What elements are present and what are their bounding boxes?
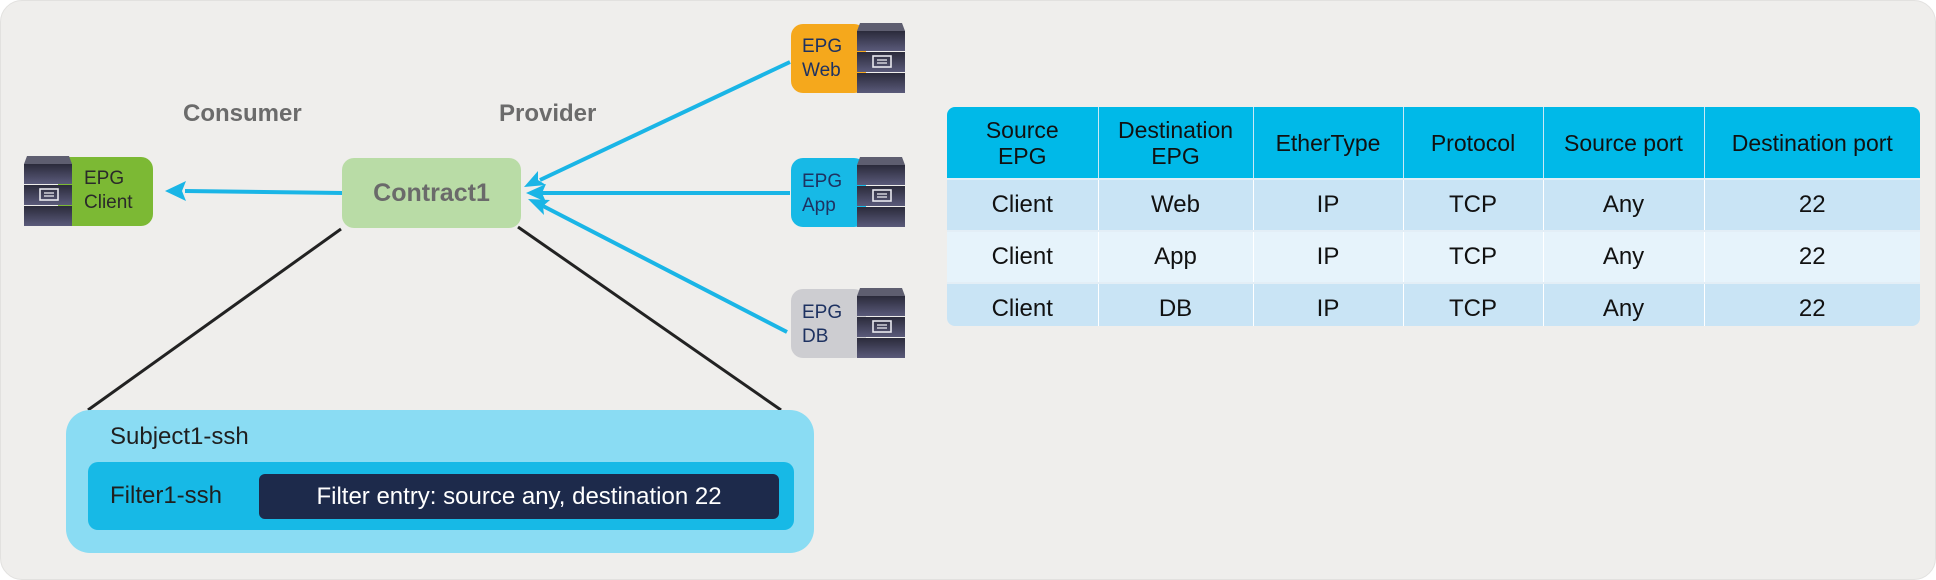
cell: IP <box>1253 282 1404 326</box>
epg-web-label: EPG Web <box>802 35 842 83</box>
epg-client-line2: Client <box>84 192 133 213</box>
contract-box[interactable]: Contract1 <box>342 158 521 228</box>
cell: IP <box>1253 230 1404 283</box>
subject-name: Subject1-ssh <box>110 423 249 450</box>
epg-db-line1: EPG <box>802 302 843 323</box>
cell: Any <box>1543 230 1705 283</box>
epg-web-line2: Web <box>802 60 841 81</box>
contract-name: Contract1 <box>373 178 490 207</box>
cell: IP <box>1253 178 1404 231</box>
epg-app-label: EPG App <box>802 170 842 218</box>
cell: Web <box>1098 178 1254 231</box>
cell: Any <box>1543 282 1705 326</box>
cell: 22 <box>1704 282 1920 326</box>
epg-db-label: EPG DB <box>802 301 842 349</box>
contract-to-client-arrow <box>184 189 344 195</box>
header-protocol: Protocol <box>1403 107 1544 179</box>
cell: Client <box>947 178 1099 231</box>
contract-to-subject-left-line <box>87 227 342 412</box>
server-icon <box>857 23 905 93</box>
server-icon <box>857 157 905 227</box>
cell: DB <box>1098 282 1254 326</box>
table-header-row: Source EPG Destination EPG EtherType Proto… <box>947 107 1920 179</box>
cell: App <box>1098 230 1254 283</box>
client-arrowhead <box>165 181 186 201</box>
cell: TCP <box>1403 282 1544 326</box>
epg-client-label: EPG Client <box>84 167 133 215</box>
server-icon <box>857 288 905 358</box>
cell: Any <box>1543 178 1705 231</box>
header-destination-port: Destination port <box>1704 107 1920 179</box>
filter-box[interactable]: Filter1-ssh Filter entry: source any, de… <box>88 462 794 530</box>
cell: TCP <box>1403 230 1544 283</box>
header-source-port: Source port <box>1543 107 1705 179</box>
epg-db-line2: DB <box>802 326 829 347</box>
epg-app-line2: App <box>802 195 836 216</box>
table-row: Client Web IP TCP Any 22 <box>947 178 1920 231</box>
header-destination-epg: Destination EPG <box>1098 107 1254 179</box>
filter-name: Filter1-ssh <box>110 482 223 509</box>
server-icon <box>24 156 72 226</box>
epg-client-line1: EPG <box>84 168 125 189</box>
epg-web-line1: EPG <box>802 36 843 57</box>
consumer-label: Consumer <box>183 100 302 127</box>
header-source-epg: Source EPG <box>947 107 1099 179</box>
cell: 22 <box>1704 230 1920 283</box>
cell: Client <box>947 230 1099 283</box>
rules-table: Source EPG Destination EPG EtherType Proto… <box>947 107 1920 326</box>
cell: Client <box>947 282 1099 326</box>
provider-label: Provider <box>499 100 597 127</box>
subject-box[interactable]: Subject1-ssh Filter1-ssh Filter entry: s… <box>66 410 814 553</box>
contract-to-subject-right-line <box>517 225 782 412</box>
cell: 22 <box>1704 178 1920 231</box>
cell: TCP <box>1403 178 1544 231</box>
filter-entry[interactable]: Filter entry: source any, destination 22 <box>259 474 779 519</box>
table-row: Client DB IP TCP Any 22 <box>947 282 1920 326</box>
epg-app-line1: EPG <box>802 171 843 192</box>
header-ethertype: EtherType <box>1253 107 1404 179</box>
table-row: Client App IP TCP Any 22 <box>947 230 1920 283</box>
